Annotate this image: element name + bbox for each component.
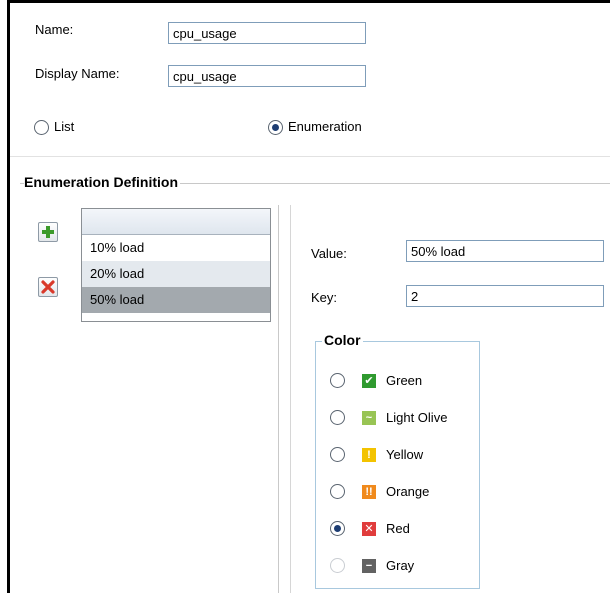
name-label: Name: <box>35 22 74 37</box>
add-item-button[interactable] <box>38 222 58 242</box>
name-field[interactable]: cpu_usage <box>168 22 366 44</box>
exclamation-icon: ! <box>362 448 376 462</box>
list-radio[interactable] <box>34 120 49 135</box>
color-label-light-olive: Light Olive <box>386 410 448 425</box>
delete-item-button[interactable] <box>38 277 58 297</box>
enumeration-radio[interactable] <box>268 120 283 135</box>
color-label-red: Red <box>386 521 410 536</box>
tilde-icon: ~ <box>362 411 376 425</box>
panel-divider-left <box>278 205 279 593</box>
value-label: Value: <box>311 246 347 261</box>
list-item-selected[interactable]: 50% load <box>82 287 270 313</box>
color-radio-gray[interactable] <box>330 558 345 573</box>
color-label-green: Green <box>386 373 423 388</box>
key-label: Key: <box>311 290 338 305</box>
top-separator <box>10 156 610 157</box>
color-radio-green[interactable] <box>330 373 345 388</box>
window-frame-left <box>7 0 10 593</box>
color-radio-yellow[interactable] <box>330 447 345 462</box>
value-field[interactable]: 50% load <box>406 240 604 262</box>
enumeration-definition-title: Enumeration Definition <box>24 174 180 190</box>
double-exclamation-icon: !! <box>362 485 376 499</box>
color-label-yellow: Yellow <box>386 447 424 462</box>
color-radio-red[interactable] <box>330 521 345 536</box>
panel-divider-right <box>290 205 291 593</box>
enumeration-radio-label: Enumeration <box>288 119 362 134</box>
display-name-field[interactable]: cpu_usage <box>168 65 366 87</box>
check-icon: ✔ <box>362 374 376 388</box>
list-radio-label: List <box>54 119 75 134</box>
color-label-orange: Orange <box>386 484 430 499</box>
list-item[interactable]: 10% load <box>82 235 270 261</box>
delete-x-icon <box>41 280 55 294</box>
color-radio-light-olive[interactable] <box>330 410 345 425</box>
plus-icon <box>42 226 54 238</box>
color-group-title: Color <box>322 332 363 348</box>
display-name-label: Display Name: <box>35 66 120 81</box>
window-frame-top <box>7 0 610 3</box>
list-header <box>82 209 270 235</box>
key-field[interactable]: 2 <box>406 285 604 307</box>
color-radio-orange[interactable] <box>330 484 345 499</box>
minus-icon: − <box>362 559 376 573</box>
color-label-gray: Gray <box>386 558 415 573</box>
x-icon: ✕ <box>362 522 376 536</box>
enumeration-list[interactable]: 10% load 20% load 50% load <box>81 208 271 322</box>
list-item[interactable]: 20% load <box>82 261 270 287</box>
